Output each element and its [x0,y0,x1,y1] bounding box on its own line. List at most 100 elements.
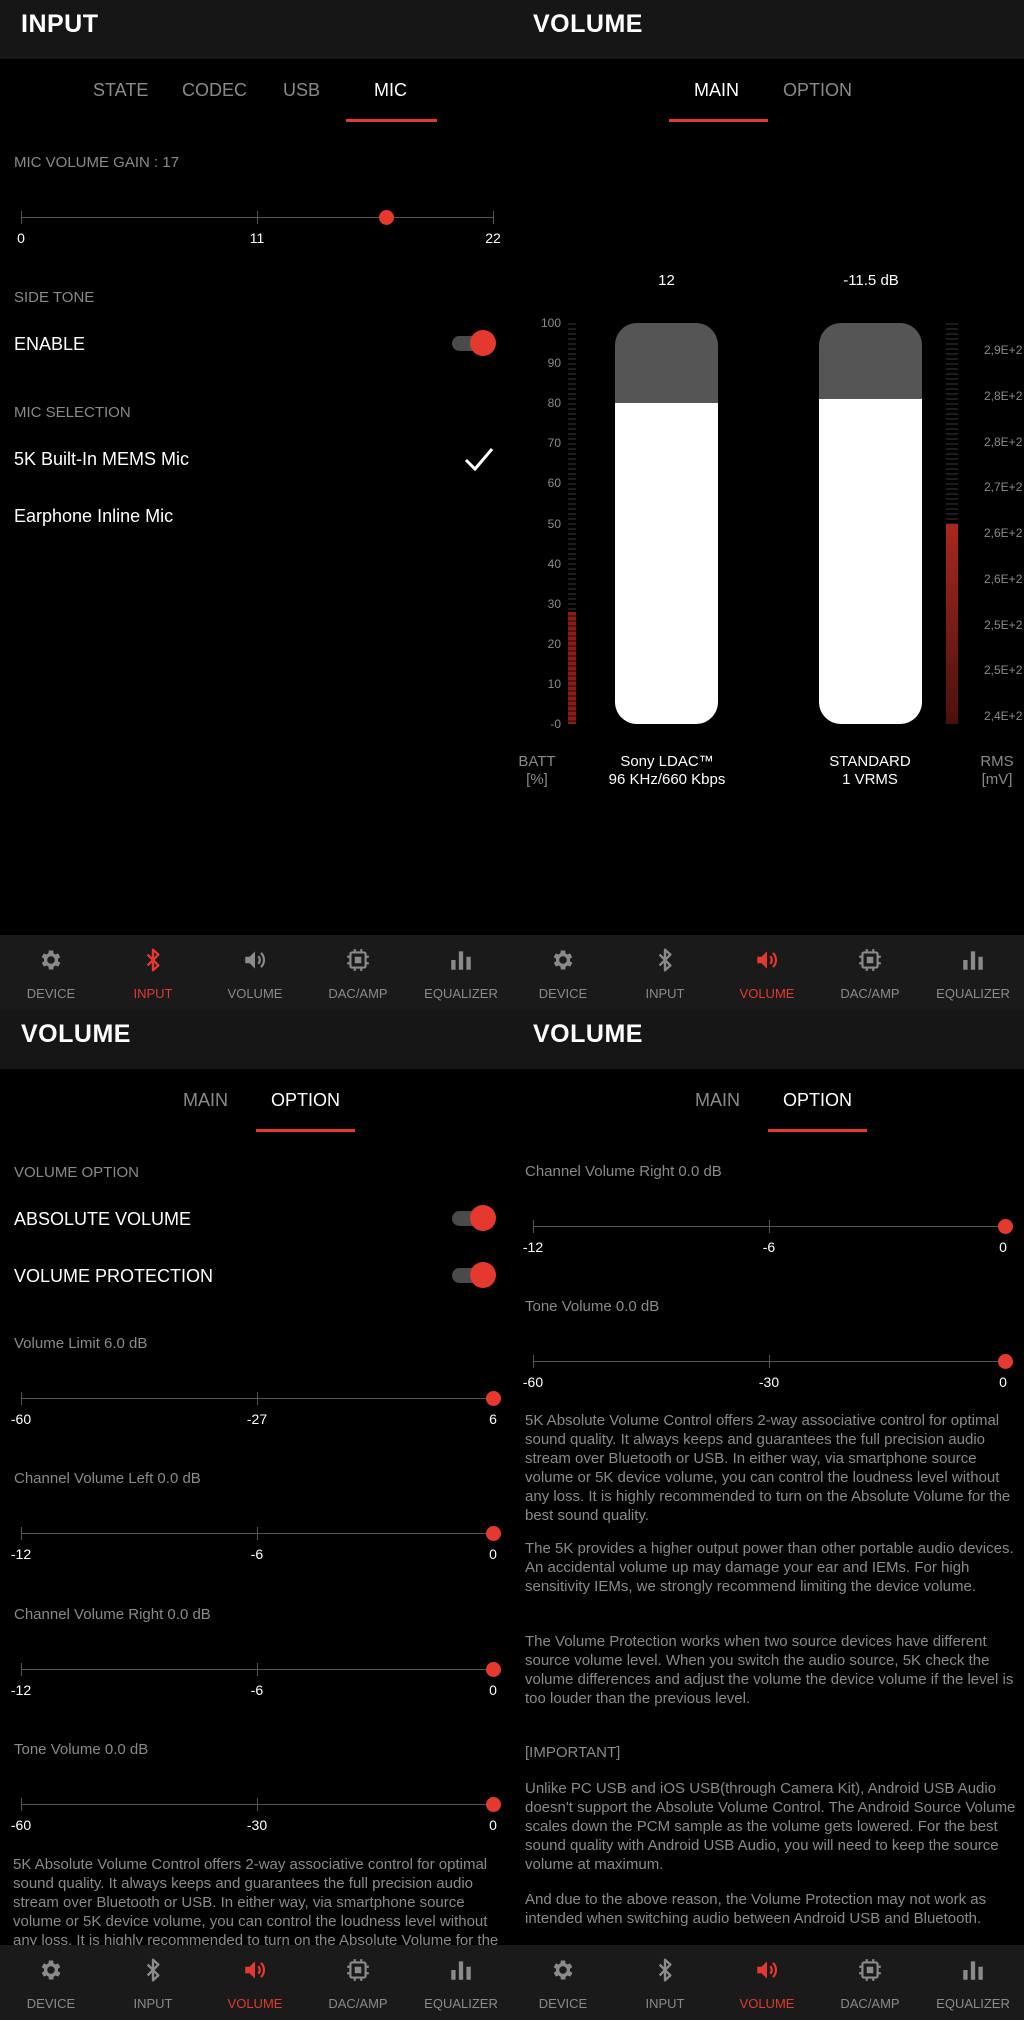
absolute-volume-toggle[interactable] [452,1203,498,1233]
slider-min-label: -12 [10,1546,32,1562]
codec-name: Sony LDAC™ [620,753,714,770]
nav-device[interactable]: DEVICE [0,1945,102,2020]
tab-option[interactable]: OPTION [783,80,852,101]
slider-tick [493,211,494,224]
slider-thumb[interactable] [486,1526,501,1541]
nav-dacamp[interactable]: DAC/AMP [819,1945,921,2020]
rms-scale-label: 2,9E+2 [984,343,1023,357]
toggle-knob [470,1262,496,1288]
nav-label: DAC/AMP [840,986,900,1001]
nav-input[interactable]: INPUT [614,935,716,1010]
chip-icon [345,1957,371,1983]
nav-device[interactable]: DEVICE [512,1945,614,2020]
nav-dacamp[interactable]: DAC/AMP [307,935,409,1010]
nav-label: VOLUME [227,986,283,1001]
channel-right-slider[interactable]: -12 -6 0 [523,1209,1013,1255]
tab-bar: MAIN OPTION [0,1069,512,1133]
tab-option[interactable]: OPTION [783,1090,852,1111]
battery-fill [568,611,576,724]
chip-icon [857,947,883,973]
nav-device[interactable]: DEVICE [0,935,102,1010]
nav-label: EQUALIZER [424,986,498,1001]
rms-unit: [mV] [981,771,1013,788]
volume-limit-slider[interactable]: -60 -27 6 [11,1381,501,1427]
slider-min-label: 0 [17,230,25,246]
nav-equalizer[interactable]: EQUALIZER [922,1945,1024,2020]
tone-volume-label: Tone Volume 0.0 dB [14,1741,149,1758]
mic-option-builtin[interactable]: 5K Built-In MEMS Mic [14,449,189,470]
slider-min-label: -60 [522,1374,544,1390]
device-volume-slider[interactable] [819,323,922,724]
slider-tick [21,211,22,224]
channel-right-slider[interactable]: -12 -6 0 [11,1652,501,1698]
nav-input[interactable]: INPUT [102,935,204,1010]
nav-device[interactable]: DEVICE [512,935,614,1010]
batt-unit: [%] [526,771,548,788]
enable-toggle[interactable] [452,328,498,358]
channel-right-label: Channel Volume Right 0.0 dB [525,1163,722,1180]
tab-main[interactable]: MAIN [183,1090,228,1111]
nav-equalizer[interactable]: EQUALIZER [922,935,1024,1010]
nav-dacamp[interactable]: DAC/AMP [819,935,921,1010]
page-title: VOLUME [21,1020,131,1048]
bluetooth-icon [140,1957,166,1983]
slider-max-label: 0 [489,1682,497,1698]
slider-thumb[interactable] [998,1219,1013,1234]
power-warning-description: The 5K provides a higher output power th… [525,1540,1014,1595]
slider-thumb[interactable] [378,210,394,225]
tone-volume-slider[interactable]: -60 -30 0 [523,1344,1013,1390]
nav-input[interactable]: INPUT [614,1945,716,2020]
tab-bar: MAIN OPTION [512,1069,1024,1133]
slider-mid-label: -6 [762,1239,776,1255]
mic-gain-slider[interactable]: 0 11 22 [17,200,501,246]
nav-label: VOLUME [227,1996,283,2011]
nav-equalizer[interactable]: EQUALIZER [410,1945,512,2020]
chip-icon [345,947,371,973]
tab-usb[interactable]: USB [283,80,320,101]
equalizer-icon [448,947,474,973]
tab-codec[interactable]: CODEC [182,80,247,101]
mic-option-earphone[interactable]: Earphone Inline Mic [14,506,173,527]
volume-limit-label: Volume Limit 6.0 dB [14,1335,148,1352]
tab-state[interactable]: STATE [93,80,148,101]
nav-volume[interactable]: VOLUME [716,1945,818,2020]
protection-note: And due to the above reason, the Volume … [525,1891,987,1927]
battery-scale-label: 50 [547,516,561,531]
nav-dacamp[interactable]: DAC/AMP [307,1945,409,2020]
nav-label: DAC/AMP [328,1996,388,2011]
slider-thumb[interactable] [486,1797,501,1812]
volume-protection-toggle[interactable] [452,1260,498,1290]
tone-volume-slider[interactable]: -60 -30 0 [11,1787,501,1833]
slider-thumb[interactable] [998,1354,1013,1369]
rms-scale-label: 2,6E+2 [984,526,1023,540]
tab-indicator [669,119,768,122]
tab-main[interactable]: MAIN [695,1090,740,1111]
slider-min-label: -12 [10,1682,32,1698]
source-volume-slider[interactable] [615,323,718,724]
nav-equalizer[interactable]: EQUALIZER [410,935,512,1010]
nav-input[interactable]: INPUT [102,1945,204,2020]
tab-main[interactable]: MAIN [694,80,739,101]
nav-label: VOLUME [739,986,795,1001]
slider-mid-label: -30 [758,1374,780,1390]
nav-label: DEVICE [26,986,76,1001]
channel-left-slider[interactable]: -12 -6 0 [11,1516,501,1562]
volume-option-scrolled-screen: VOLUME MAIN OPTION Channel Volume Right … [512,1010,1024,2020]
slider-mid-label: -6 [250,1546,264,1562]
important-heading: [IMPORTANT] [525,1744,621,1761]
nav-volume[interactable]: VOLUME [204,1945,306,2020]
tab-option[interactable]: OPTION [271,1090,340,1111]
batt-label: BATT [518,753,556,770]
slider-mid-label: -27 [246,1411,268,1427]
rms-meter [946,323,958,724]
nav-volume[interactable]: VOLUME [716,935,818,1010]
tab-mic[interactable]: MIC [374,80,407,101]
nav-label: EQUALIZER [424,1996,498,2011]
android-usb-description: Unlike PC USB and iOS USB(through Camera… [525,1780,1016,1873]
slider-thumb[interactable] [486,1391,501,1406]
left-volume-value: 12 [658,272,675,289]
slider-thumb[interactable] [486,1662,501,1677]
volume-option-screen: VOLUME MAIN OPTION VOLUME OPTION ABSOLUT… [0,1010,512,2020]
speaker-icon [754,947,780,973]
nav-volume[interactable]: VOLUME [204,935,306,1010]
